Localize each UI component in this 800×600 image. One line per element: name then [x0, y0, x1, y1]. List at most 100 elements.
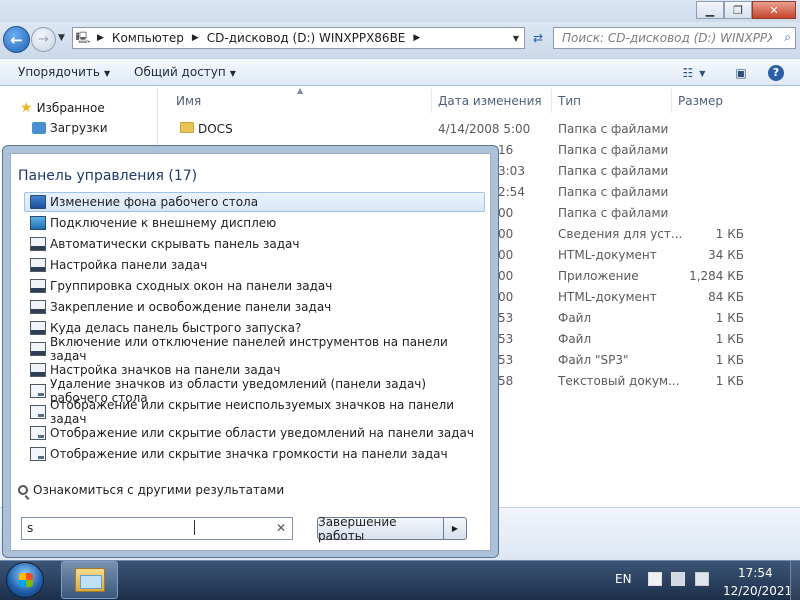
- notification-area-icon: [30, 447, 46, 461]
- chevron-down-icon: ▼: [103, 69, 111, 78]
- notification-area-icon: [30, 405, 46, 419]
- clock-time[interactable]: 17:54: [738, 566, 773, 580]
- folder-icon: [74, 568, 105, 592]
- search-result-label: Отображение или скрытие области уведомле…: [50, 426, 474, 440]
- file-type: Папка с файлами: [558, 143, 669, 157]
- folder-icon: [180, 122, 194, 133]
- breadcrumb-arrow-icon[interactable]: ▶: [188, 33, 203, 43]
- file-date: 2:54: [498, 185, 525, 199]
- column-header-type[interactable]: Тип: [552, 89, 672, 113]
- share-button[interactable]: Общий доступ ▼: [134, 65, 236, 79]
- arrow-left-icon: ←: [10, 30, 23, 49]
- search-result-label: Отображение или скрытие значка громкости…: [50, 447, 448, 461]
- file-type: Папка с файлами: [558, 185, 669, 199]
- show-desktop-button[interactable]: [790, 561, 800, 600]
- action-center-icon[interactable]: [648, 572, 662, 586]
- search-result-item[interactable]: Включение или отключение панелей инструм…: [24, 335, 485, 363]
- file-date: 3:03: [498, 164, 525, 178]
- display-icon: [30, 216, 46, 230]
- search-result-label: Настройка панели задач: [50, 258, 208, 272]
- maximize-button[interactable]: ❐: [724, 1, 752, 19]
- refresh-button[interactable]: ⇄: [527, 28, 549, 48]
- preview-pane-icon: ▣: [735, 66, 747, 80]
- address-bar[interactable]: 🖳 ▶ Компьютер ▶ CD-дисковод (D:) WINXPPX…: [72, 27, 525, 49]
- arrow-right-icon: →: [38, 32, 49, 47]
- search-result-label: Настройка значков на панели задач: [50, 363, 281, 377]
- explorer-search-input[interactable]: Поиск: CD-дисковод (D:) WINXPPX86... ⌕: [553, 27, 796, 49]
- view-options-button[interactable]: ☷ ▼: [676, 63, 712, 83]
- address-dropdown-button[interactable]: ▼: [508, 28, 524, 48]
- back-button[interactable]: ←: [3, 26, 30, 53]
- breadcrumb-cd-drive[interactable]: CD-дисковод (D:) WINXPPX86BE: [203, 31, 410, 45]
- chevron-down-icon: ▼: [229, 69, 236, 78]
- search-result-label: Включение или отключение панелей инструм…: [50, 335, 448, 363]
- file-date: 16: [498, 143, 514, 157]
- search-result-item[interactable]: Отображение или скрытие неиспользуемых з…: [24, 398, 485, 426]
- search-result-label: Закрепление и освобождение панели задач: [50, 300, 332, 314]
- taskbar-icon: [30, 300, 46, 314]
- start-button[interactable]: [6, 562, 44, 598]
- search-result-label: Группировка сходных окон на панели задач: [50, 279, 333, 293]
- search-result-item[interactable]: Группировка сходных окон на панели задач: [24, 276, 485, 296]
- search-result-item[interactable]: Отображение или скрытие значка громкости…: [24, 444, 485, 464]
- close-button[interactable]: ✕: [752, 1, 796, 19]
- file-type: Папка с файлами: [558, 164, 669, 178]
- file-size: 1 КБ: [715, 332, 744, 346]
- search-result-item[interactable]: Автоматически скрывать панель задач: [24, 234, 485, 254]
- shutdown-button[interactable]: Завершение работы: [317, 515, 444, 543]
- notification-area-icon: [30, 384, 46, 398]
- network-icon[interactable]: [671, 572, 685, 586]
- search-icon: ⌕: [784, 30, 791, 44]
- file-date: 58: [498, 374, 514, 388]
- taskbar-explorer-button[interactable]: [61, 561, 118, 599]
- search-result-item[interactable]: Подключение к внешнему дисплею: [24, 213, 485, 233]
- start-search-input[interactable]: s ✕: [21, 517, 293, 540]
- column-header-name[interactable]: Имя: [170, 89, 432, 113]
- clear-search-icon[interactable]: ✕: [276, 521, 286, 535]
- organize-button[interactable]: Упорядочить ▼: [18, 65, 110, 79]
- preview-pane-button[interactable]: ▣: [730, 63, 752, 83]
- search-result-item[interactable]: Настройка панели задач: [24, 255, 485, 275]
- taskbar-icon: [30, 279, 46, 293]
- file-type: HTML-документ: [558, 248, 657, 262]
- nav-favorites[interactable]: ★ Избранное: [20, 100, 105, 116]
- search-result-label: Автоматически скрывать панель задач: [50, 237, 300, 251]
- search-result-item[interactable]: Отображение или скрытие области уведомле…: [24, 423, 485, 443]
- taskbar-icon: [30, 342, 46, 356]
- file-date: 00: [498, 290, 514, 304]
- column-header-size[interactable]: Размер: [672, 89, 772, 113]
- notification-area-icon: [30, 426, 46, 440]
- search-result-item[interactable]: Закрепление и освобождение панели задач: [24, 297, 485, 317]
- nav-downloads[interactable]: Загрузки: [32, 121, 108, 135]
- taskbar-icon: [30, 321, 46, 335]
- file-type: HTML-документ: [558, 290, 657, 304]
- shutdown-options-button[interactable]: ▶: [444, 517, 467, 540]
- breadcrumb-arrow-icon[interactable]: ▶: [409, 33, 424, 43]
- minimize-button[interactable]: ▁: [696, 1, 724, 19]
- column-header-date[interactable]: Дата изменения: [432, 89, 552, 113]
- file-type: Папка с файлами: [558, 206, 669, 220]
- breadcrumb-arrow-icon[interactable]: ▶: [93, 33, 108, 43]
- results-group-header[interactable]: Панель управления (17): [18, 168, 197, 184]
- file-name: DOCS: [198, 122, 233, 136]
- search-result-item[interactable]: Изменение фона рабочего стола: [24, 192, 485, 212]
- file-type: Файл "SP3": [558, 353, 629, 367]
- file-date: 00: [498, 269, 514, 283]
- forward-button[interactable]: →: [31, 27, 56, 52]
- language-indicator[interactable]: EN: [615, 572, 632, 586]
- volume-muted-icon[interactable]: [695, 572, 709, 586]
- help-button[interactable]: ?: [765, 63, 787, 83]
- recent-pages-button[interactable]: ▼: [58, 33, 65, 43]
- search-result-label: Отображение или скрытие неиспользуемых з…: [50, 398, 455, 426]
- organize-label: Упорядочить: [18, 65, 100, 79]
- file-date: 00: [498, 248, 514, 262]
- clock-date[interactable]: 12/20/2021: [723, 584, 792, 598]
- file-row[interactable]: DOCS 4/14/2008 5:00 Папка с файлами: [158, 119, 800, 140]
- file-size: 1 КБ: [715, 374, 744, 388]
- breadcrumb-computer[interactable]: Компьютер: [108, 31, 188, 45]
- file-type: Приложение: [558, 269, 639, 283]
- see-more-results-link[interactable]: Ознакомиться с другими результатами: [18, 483, 284, 497]
- text-cursor: [194, 520, 195, 535]
- taskbar-icon: [30, 237, 46, 251]
- help-icon: ?: [768, 65, 784, 81]
